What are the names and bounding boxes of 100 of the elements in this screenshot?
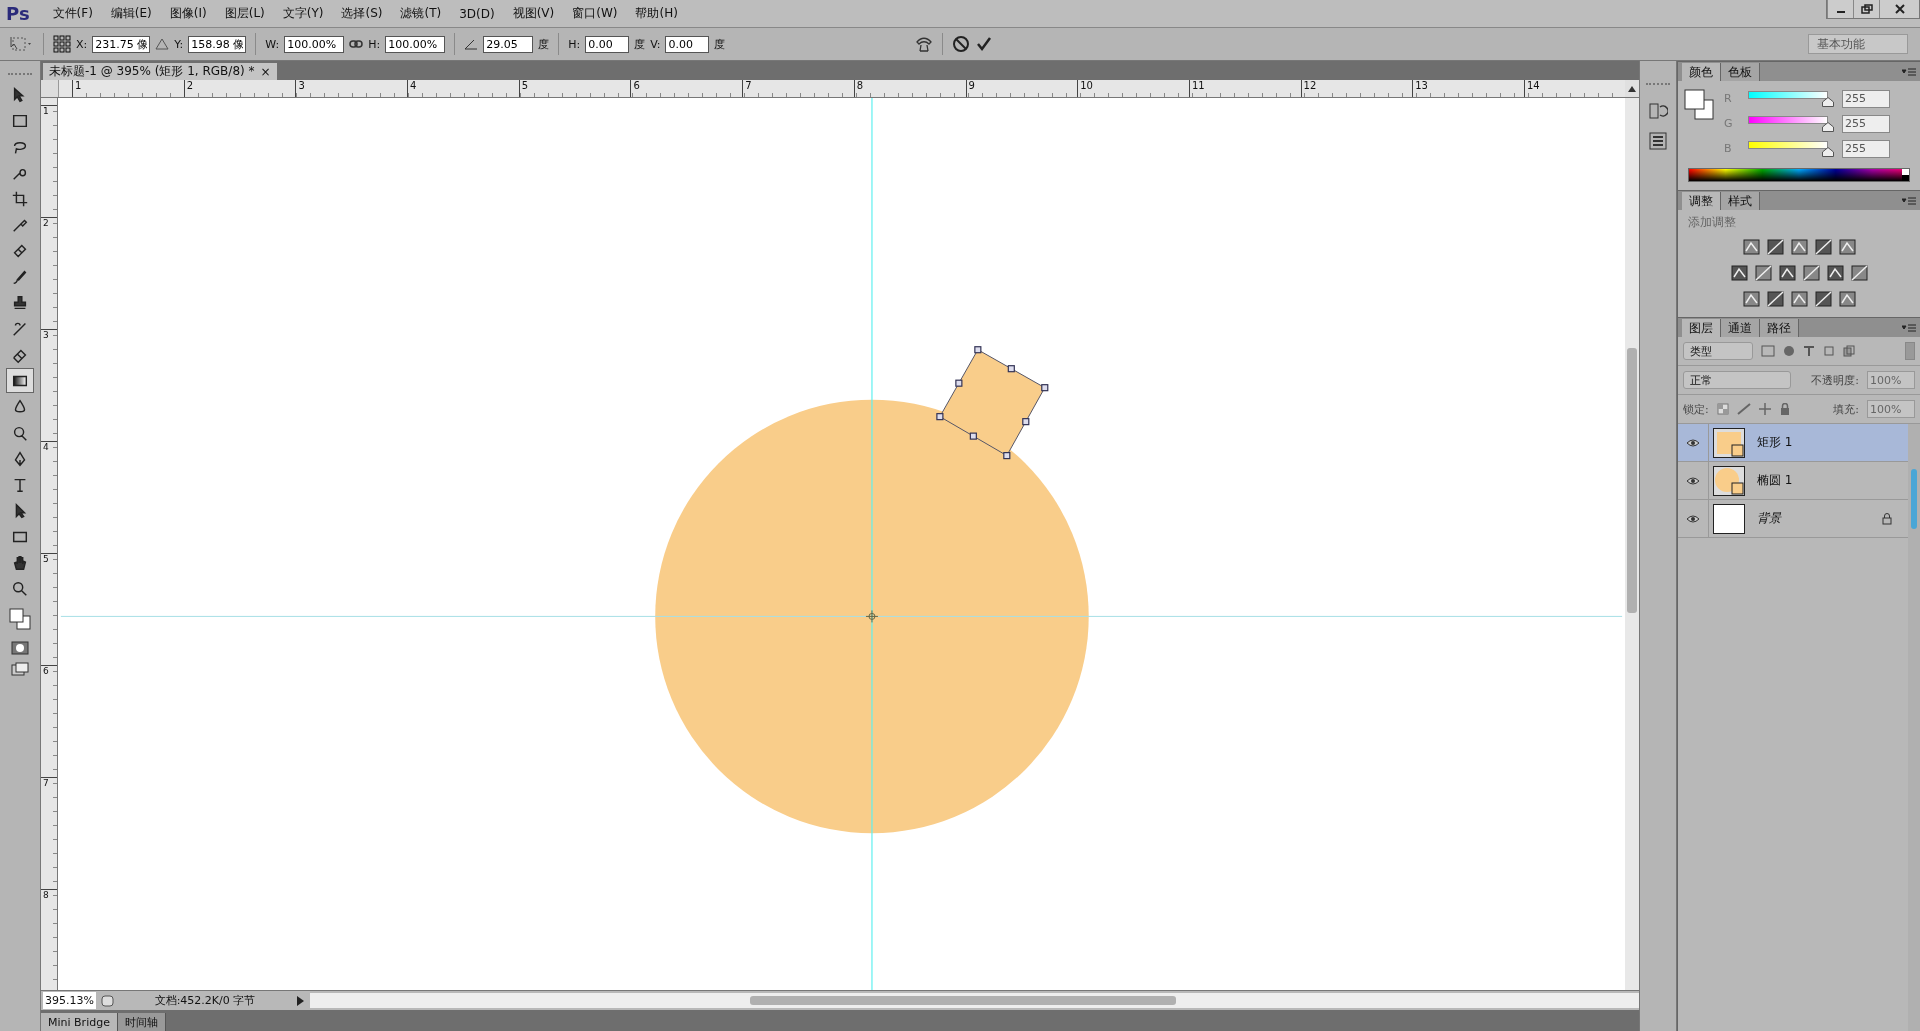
layer-row[interactable]: 椭圆 1 [1678,462,1908,500]
brush-icon[interactable] [1736,403,1751,415]
menu-item[interactable]: 帮助(H) [626,2,687,25]
menu-item[interactable]: 窗口(W) [563,2,627,25]
layer-thumbnail [1713,465,1745,496]
panel-menu-icon[interactable] [1902,195,1916,206]
horizontal-skew-label: H: [568,37,581,51]
panel-tab[interactable]: 图层 [1682,319,1721,337]
zoom-icon [11,579,29,598]
x-position-field[interactable]: 231.75 像 [92,35,151,53]
foreground-background-icon[interactable] [1684,89,1714,121]
cancel-icon[interactable] [952,35,971,53]
vertical-skew-field[interactable]: 0.00 [665,35,710,53]
document-tab[interactable]: 未标题-1 @ 395% (矩形 1, RGB/8) * [43,63,261,80]
menu-item[interactable]: 图层(L) [215,2,274,25]
menu-item[interactable]: 3D(D) [450,2,504,25]
panel-menu-icon[interactable] [1902,66,1916,77]
link-icon[interactable] [349,39,364,49]
panel-tab[interactable]: 调整 [1682,192,1721,210]
panel-tab[interactable]: 时间轴 [117,1013,166,1031]
minimize-button[interactable] [1827,0,1853,18]
zoom-field[interactable]: 395.13% [43,992,96,1009]
panel-tab[interactable]: 色板 [1721,63,1760,81]
layer-row[interactable]: 背景 [1678,500,1908,538]
height-field[interactable]: 100.00% [385,35,446,53]
shape-filter-icon[interactable] [1823,345,1835,357]
lock-label: 锁定: [1683,401,1709,417]
menu-item[interactable]: 文字(Y) [273,2,333,25]
panel-tab[interactable]: 通道 [1721,319,1760,337]
channel-label: G [1724,117,1734,130]
eye-icon[interactable] [1686,475,1700,486]
minimize-icon [1836,11,1845,13]
slider-thumb[interactable] [1822,122,1834,132]
horizontal-skew-field[interactable]: 0.00 [585,35,630,53]
slider-thumb[interactable] [1822,97,1834,107]
scrollbar-thumb[interactable] [1627,348,1637,613]
layer-row[interactable]: 矩形 1 [1678,424,1908,462]
restore-button[interactable] [1853,0,1879,18]
menu-item[interactable]: 文件(F) [43,2,102,25]
color-spectrum[interactable] [1688,168,1910,182]
angle-icon [464,38,479,50]
filter-toggle[interactable] [1905,342,1915,360]
menu-item[interactable]: 滤镜(T) [391,2,451,25]
ruler-number: 7 [742,80,854,97]
slider-thumb[interactable] [1822,147,1834,157]
reference-point-icon[interactable] [53,35,71,53]
vertical-skew-label: V: [650,37,661,51]
panel-tab[interactable]: 样式 [1721,192,1760,210]
close-button[interactable] [1879,0,1919,18]
ruler-number: 2 [183,80,296,97]
panel-title: 添加调整 [1687,214,1736,231]
y-position-field[interactable]: 158.98 像 [188,35,247,53]
menu-item[interactable]: 选择(S) [332,2,392,25]
app-logo: Ps [5,3,31,24]
history-icon[interactable] [1648,101,1668,121]
lock-icon[interactable] [1778,403,1791,415]
adjustment-filter-icon[interactable] [1783,345,1795,357]
ruler-number: 11 [1188,80,1301,97]
ruler-number: 8 [853,80,966,97]
properties-icon[interactable] [1648,131,1668,151]
menu-item[interactable]: 编辑(E) [101,2,161,25]
width-field[interactable]: 100.00% [284,35,345,53]
workspace-dropdown[interactable]: 基本功能 [1808,34,1908,54]
layer-thumbnail [1713,503,1745,534]
eye-icon[interactable] [1686,513,1700,524]
panel-tab[interactable]: Mini Bridge [41,1013,118,1031]
width-label: W: [265,37,280,51]
panel-tab[interactable]: 路径 [1760,319,1799,337]
quick-mask-icon[interactable] [11,641,29,655]
channel-value-field[interactable]: 255 [1842,114,1890,133]
scrollbar-thumb[interactable] [749,996,1176,1005]
channel-label: R [1724,92,1733,105]
scrollbar-thumb[interactable] [1911,469,1917,529]
menu-item[interactable]: 视图(V) [503,2,564,25]
tool-button[interactable] [6,368,34,393]
panel-tab[interactable]: 颜色 [1682,63,1721,81]
play-icon[interactable] [294,994,305,1007]
scroll-up-icon[interactable] [1628,85,1636,92]
ruler-number: 4 [41,441,57,553]
layer-filter-dropdown[interactable]: 类型 [1683,342,1753,360]
center-point-icon[interactable] [865,609,879,623]
blend-mode-dropdown[interactable]: 正常 [1683,371,1791,389]
channel-value-field[interactable]: 255 [1842,139,1890,158]
type-filter-icon[interactable] [1803,345,1815,357]
channel-value-field[interactable]: 255 [1842,89,1890,108]
warp-icon[interactable] [915,35,934,53]
eye-icon[interactable] [1686,437,1700,448]
rotation-field[interactable]: 29.05 [483,35,534,53]
export-icon[interactable] [100,994,115,1007]
move-arrows-icon[interactable] [1758,403,1771,415]
channel-label: B [1724,142,1733,155]
menu-item[interactable]: 图像(I) [160,2,216,25]
commit-icon[interactable] [975,35,994,53]
layer-name: 矩形 1 [1757,434,1793,451]
y-label: Y: [174,37,184,51]
smart-object-filter-icon[interactable] [1843,345,1855,357]
panel-menu-icon[interactable] [1902,322,1916,333]
checkerboard-icon[interactable] [1716,403,1729,415]
screen-mode-icon[interactable] [11,662,29,676]
triangle-icon[interactable] [155,37,170,51]
